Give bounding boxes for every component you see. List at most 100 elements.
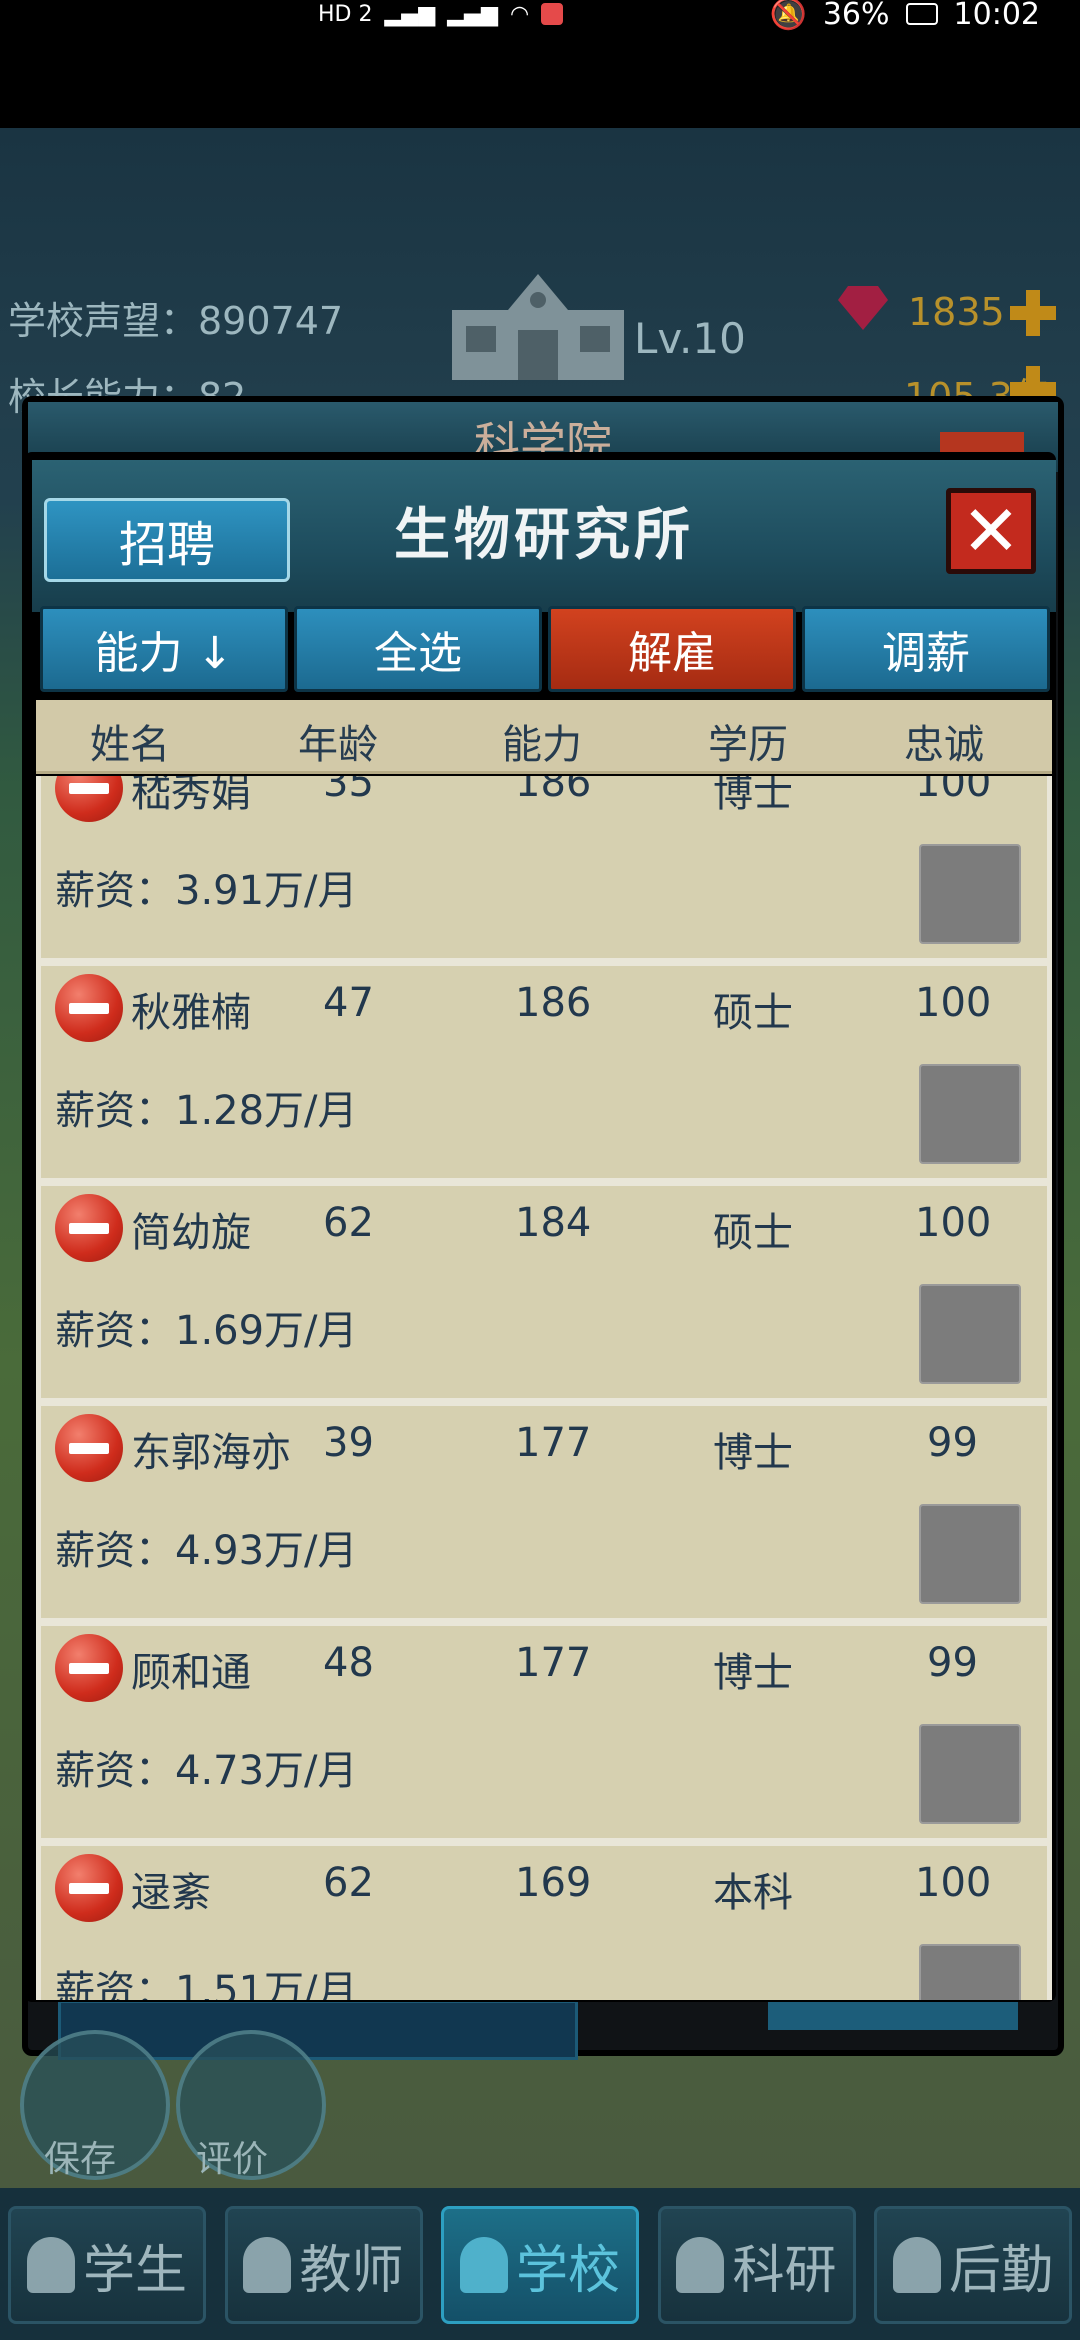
signal-icon: ▂▄▆ xyxy=(384,1,436,27)
gem-count: 1835 xyxy=(908,290,1005,334)
student-icon xyxy=(26,2237,75,2293)
staff-salary: 薪资：4.93万/月 xyxy=(55,1528,358,1574)
select-checkbox[interactable] xyxy=(919,1064,1021,1164)
staff-education: 硕士 xyxy=(713,1210,793,1256)
staff-list[interactable]: 嵇秀娟 35 186 博士 100 薪资：3.91万/月 秋雅楠 47 186 … xyxy=(36,776,1052,2000)
close-icon: ✕ xyxy=(961,490,1021,572)
staff-education: 本科 xyxy=(713,1870,793,1916)
nav-tab-label: 学生 xyxy=(82,2240,187,2301)
status-bar: HD 2 ▂▄▆ ▂▄▆ ◠ 🔕 36% 10:02 xyxy=(0,0,1080,128)
staff-ability: 177 xyxy=(515,1640,592,1686)
save-label: 保存 xyxy=(44,2139,117,2180)
close-button[interactable]: ✕ xyxy=(946,488,1036,574)
staff-salary: 薪资：4.73万/月 xyxy=(55,1748,358,1794)
staff-salary: 薪资：1.69万/月 xyxy=(55,1308,358,1354)
staff-age: 62 xyxy=(323,1200,374,1246)
status-right: 🔕 36% 10:02 xyxy=(769,0,1040,32)
staff-ability: 177 xyxy=(515,1420,592,1466)
staff-loyalty: 100 xyxy=(915,776,992,806)
staff-salary: 薪资：1.28万/月 xyxy=(55,1088,358,1134)
fire-button[interactable]: 解雇 xyxy=(548,606,796,692)
school-level: Lv.10 xyxy=(634,314,746,363)
battery-percent: 36% xyxy=(822,0,890,32)
staff-row: 顾和通 48 177 博士 99 薪资：4.73万/月 xyxy=(41,1626,1047,1838)
select-checkbox[interactable] xyxy=(919,1504,1021,1604)
staff-name: 顾和通 xyxy=(131,1650,251,1696)
staff-list-content: 嵇秀娟 35 186 博士 100 薪资：3.91万/月 秋雅楠 47 186 … xyxy=(36,776,1052,2000)
school-building-icon xyxy=(452,274,624,380)
school-icon xyxy=(459,2237,508,2293)
staff-age: 35 xyxy=(323,776,374,806)
select-checkbox[interactable] xyxy=(919,1724,1021,1824)
nav-tab-label: 学校 xyxy=(515,2240,620,2301)
staff-name: 逯紊 xyxy=(131,1870,211,1916)
column-education: 学历 xyxy=(708,722,788,768)
signal-icon-2: ▂▄▆ xyxy=(447,1,499,27)
reputation-text: 学校声望：890747 xyxy=(8,299,344,343)
staff-age: 62 xyxy=(323,1860,374,1906)
staff-name: 嵇秀娟 xyxy=(131,776,251,816)
dialog-header: 生物研究所 招聘 ✕ xyxy=(32,460,1056,612)
adjust-salary-button[interactable]: 调薪 xyxy=(802,606,1050,692)
staff-education: 博士 xyxy=(713,1650,793,1696)
staff-salary: 薪资：1.51万/月 xyxy=(55,1968,358,2000)
select-checkbox[interactable] xyxy=(919,844,1021,944)
staff-ability: 184 xyxy=(515,1200,592,1246)
nav-tab-teachers[interactable]: 教师 xyxy=(224,2206,423,2324)
recruit-button[interactable]: 招聘 xyxy=(44,498,290,582)
staff-row: 东郭海亦 39 177 博士 99 薪资：4.93万/月 xyxy=(41,1406,1047,1618)
column-age: 年龄 xyxy=(298,722,378,768)
select-checkbox[interactable] xyxy=(919,1284,1021,1384)
staff-education: 博士 xyxy=(713,1430,793,1476)
staff-row: 嵇秀娟 35 186 博士 100 薪资：3.91万/月 xyxy=(41,776,1047,958)
nav-tab-label: 科研 xyxy=(732,2240,837,2301)
staff-education: 博士 xyxy=(713,776,793,816)
bottom-nav: 学生 教师 学校 科研 后勤 xyxy=(0,2188,1080,2340)
mute-icon: 🔕 xyxy=(769,0,807,32)
flask-icon xyxy=(676,2237,725,2293)
staff-loyalty: 100 xyxy=(915,1860,992,1906)
remove-icon[interactable] xyxy=(55,776,123,822)
nav-tab-research[interactable]: 科研 xyxy=(657,2206,856,2324)
remove-icon[interactable] xyxy=(55,1414,123,1482)
nav-tab-students[interactable]: 学生 xyxy=(8,2206,206,2324)
remove-icon[interactable] xyxy=(55,1194,123,1262)
sort-ability-button[interactable]: 能力 ↓ xyxy=(40,606,288,692)
staff-row: 秋雅楠 47 186 硕士 100 薪资：1.28万/月 xyxy=(41,966,1047,1178)
staff-ability: 186 xyxy=(515,776,592,806)
select-all-button[interactable]: 全选 xyxy=(294,606,542,692)
column-ability: 能力 xyxy=(502,722,582,768)
select-checkbox[interactable] xyxy=(919,1944,1021,2000)
add-gems-button[interactable] xyxy=(1010,290,1056,336)
list-header: 姓名 年龄 能力 学历 忠诚 xyxy=(36,700,1052,774)
teacher-icon xyxy=(243,2237,292,2293)
remove-icon[interactable] xyxy=(55,974,123,1042)
nav-tab-logistics[interactable]: 后勤 xyxy=(874,2206,1072,2324)
nav-tab-school[interactable]: 学校 xyxy=(441,2206,639,2324)
hd-indicator: HD 2 xyxy=(318,1,373,27)
staff-ability: 186 xyxy=(515,980,592,1026)
gem-icon xyxy=(838,286,888,330)
staff-ability: 169 xyxy=(515,1860,592,1906)
staff-name: 秋雅楠 xyxy=(131,990,251,1036)
back-dialog-bottom-button[interactable] xyxy=(768,2000,1018,2030)
rate-label: 评价 xyxy=(196,2139,269,2180)
staff-name: 简幼旋 xyxy=(131,1210,251,1256)
app-notification-icon xyxy=(541,3,564,25)
staff-name: 东郭海亦 xyxy=(131,1430,291,1476)
staff-toolbar: 能力 ↓ 全选 解雇 调薪 xyxy=(40,606,1050,694)
staff-loyalty: 100 xyxy=(915,1200,992,1246)
staff-loyalty: 99 xyxy=(927,1640,978,1686)
remove-icon[interactable] xyxy=(55,1854,123,1922)
staff-age: 48 xyxy=(323,1640,374,1686)
remove-icon[interactable] xyxy=(55,1634,123,1702)
game-screen: HD 2 ▂▄▆ ▂▄▆ ◠ 🔕 36% 10:02 学校声望：890747 校… xyxy=(0,0,1080,2340)
wifi-icon: ◠ xyxy=(510,1,530,27)
staff-loyalty: 99 xyxy=(927,1420,978,1466)
nav-tab-label: 教师 xyxy=(299,2240,404,2301)
nav-tab-label: 后勤 xyxy=(948,2240,1053,2301)
status-left: HD 2 ▂▄▆ ▂▄▆ ◠ xyxy=(318,0,564,28)
staff-age: 39 xyxy=(323,1420,374,1466)
battery-icon xyxy=(905,3,938,25)
clipboard-icon xyxy=(892,2237,941,2293)
